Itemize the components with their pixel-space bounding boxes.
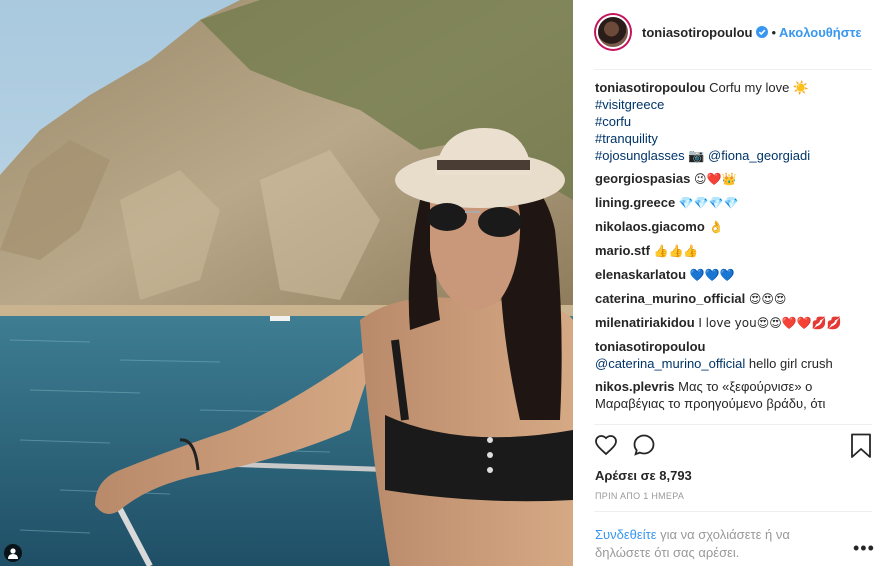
comment-text: 👌 [708, 220, 724, 234]
comment-username[interactable]: georgiospasias [595, 171, 690, 186]
verified-badge-icon [756, 26, 769, 38]
photo-illustration [0, 0, 573, 566]
divider [594, 69, 872, 70]
comment-item: lining.greece 💎💎💎💎 [595, 194, 857, 212]
comment-text: 💎💎💎💎 [678, 196, 739, 210]
comment-text: 😉❤️👑 [694, 172, 737, 186]
action-bar [594, 433, 872, 461]
post-header: toniasotiropoulou • Ακολουθήστε [594, 11, 870, 53]
post-timestamp[interactable]: ΠΡΙΝ ΑΠΟ 1 ΗΜΕΡΑ [595, 491, 684, 501]
comment-username[interactable]: caterina_murino_official [595, 291, 745, 306]
comment-username[interactable]: nikolaos.giacomo [595, 219, 705, 234]
caption: toniasotiropoulou Corfu my love ☀️ #visi… [595, 79, 857, 164]
follow-button[interactable]: Ακολουθήστε [779, 25, 862, 40]
comment-item: mario.stf 👍👍👍 [595, 242, 857, 260]
avatar[interactable] [594, 13, 632, 51]
comment-item: caterina_murino_official 😍😍😍 [595, 290, 857, 308]
comment-item: georgiospasias 😉❤️👑 [595, 170, 857, 188]
comment-username[interactable]: nikos.plevris [595, 379, 674, 394]
more-options-button[interactable]: ••• [853, 538, 875, 559]
comment-text: Corfu my love ☀️ [709, 80, 810, 95]
comment-item: nikolaos.giacomo 👌 [595, 218, 857, 236]
divider [594, 511, 872, 512]
post-photo[interactable] [0, 0, 573, 566]
comment-username[interactable]: milenatiriakidou [595, 315, 695, 330]
mention-link[interactable]: @caterina_murino_official [595, 356, 745, 371]
comment-item: milenatiriakidou I love you😍😍❤️❤️💋💋 [595, 314, 857, 332]
hashtag-link[interactable]: #corfu [595, 114, 631, 129]
likes-count[interactable]: Αρέσει σε 8,793 [595, 468, 692, 483]
heart-icon[interactable] [594, 433, 618, 457]
header-username[interactable]: toniasotiropoulou [642, 25, 752, 40]
instagram-post: toniasotiropoulou • Ακολουθήστε toniasot… [0, 0, 880, 566]
hashtag-link[interactable]: #ojosunglasses 📷 @fiona_georgiadi [595, 148, 810, 163]
comment-text: 👍👍👍 [653, 244, 699, 258]
login-link[interactable]: Συνδεθείτε [595, 527, 657, 542]
comment-item: elenaskarlatou 💙💙💙 [595, 266, 857, 284]
comments-list: toniasotiropoulou Corfu my love ☀️ #visi… [595, 79, 857, 422]
comment-icon[interactable] [632, 433, 656, 457]
comment-text: 😍😍😍 [748, 292, 787, 306]
comment-username[interactable]: mario.stf [595, 243, 650, 258]
bookmark-icon[interactable] [850, 433, 872, 459]
login-prompt: Συνδεθείτε για να σχολιάσετε ή να δηλώσε… [595, 526, 825, 562]
hashtag-link[interactable]: #tranquility [595, 131, 658, 146]
comment-username[interactable]: lining.greece [595, 195, 675, 210]
hashtag-link[interactable]: #visitgreece [595, 97, 664, 112]
comment-item: nikos.plevris Μας το «ξεφούρνισε» ο Μαρα… [595, 378, 857, 412]
comment-username[interactable]: toniasotiropoulou [595, 339, 705, 354]
user-silhouette-icon[interactable] [4, 544, 22, 562]
comment-item: toniasotiropoulou @caterina_murino_offic… [595, 338, 857, 372]
divider [594, 424, 872, 425]
comment-username[interactable]: toniasotiropoulou [595, 80, 705, 95]
comment-text: I love you😍😍❤️❤️💋💋 [698, 316, 842, 330]
header-separator: • [771, 24, 777, 40]
comment-username[interactable]: elenaskarlatou [595, 267, 686, 282]
comment-text: 💙💙💙 [689, 268, 735, 282]
comment-text: hello girl crush [748, 356, 833, 371]
